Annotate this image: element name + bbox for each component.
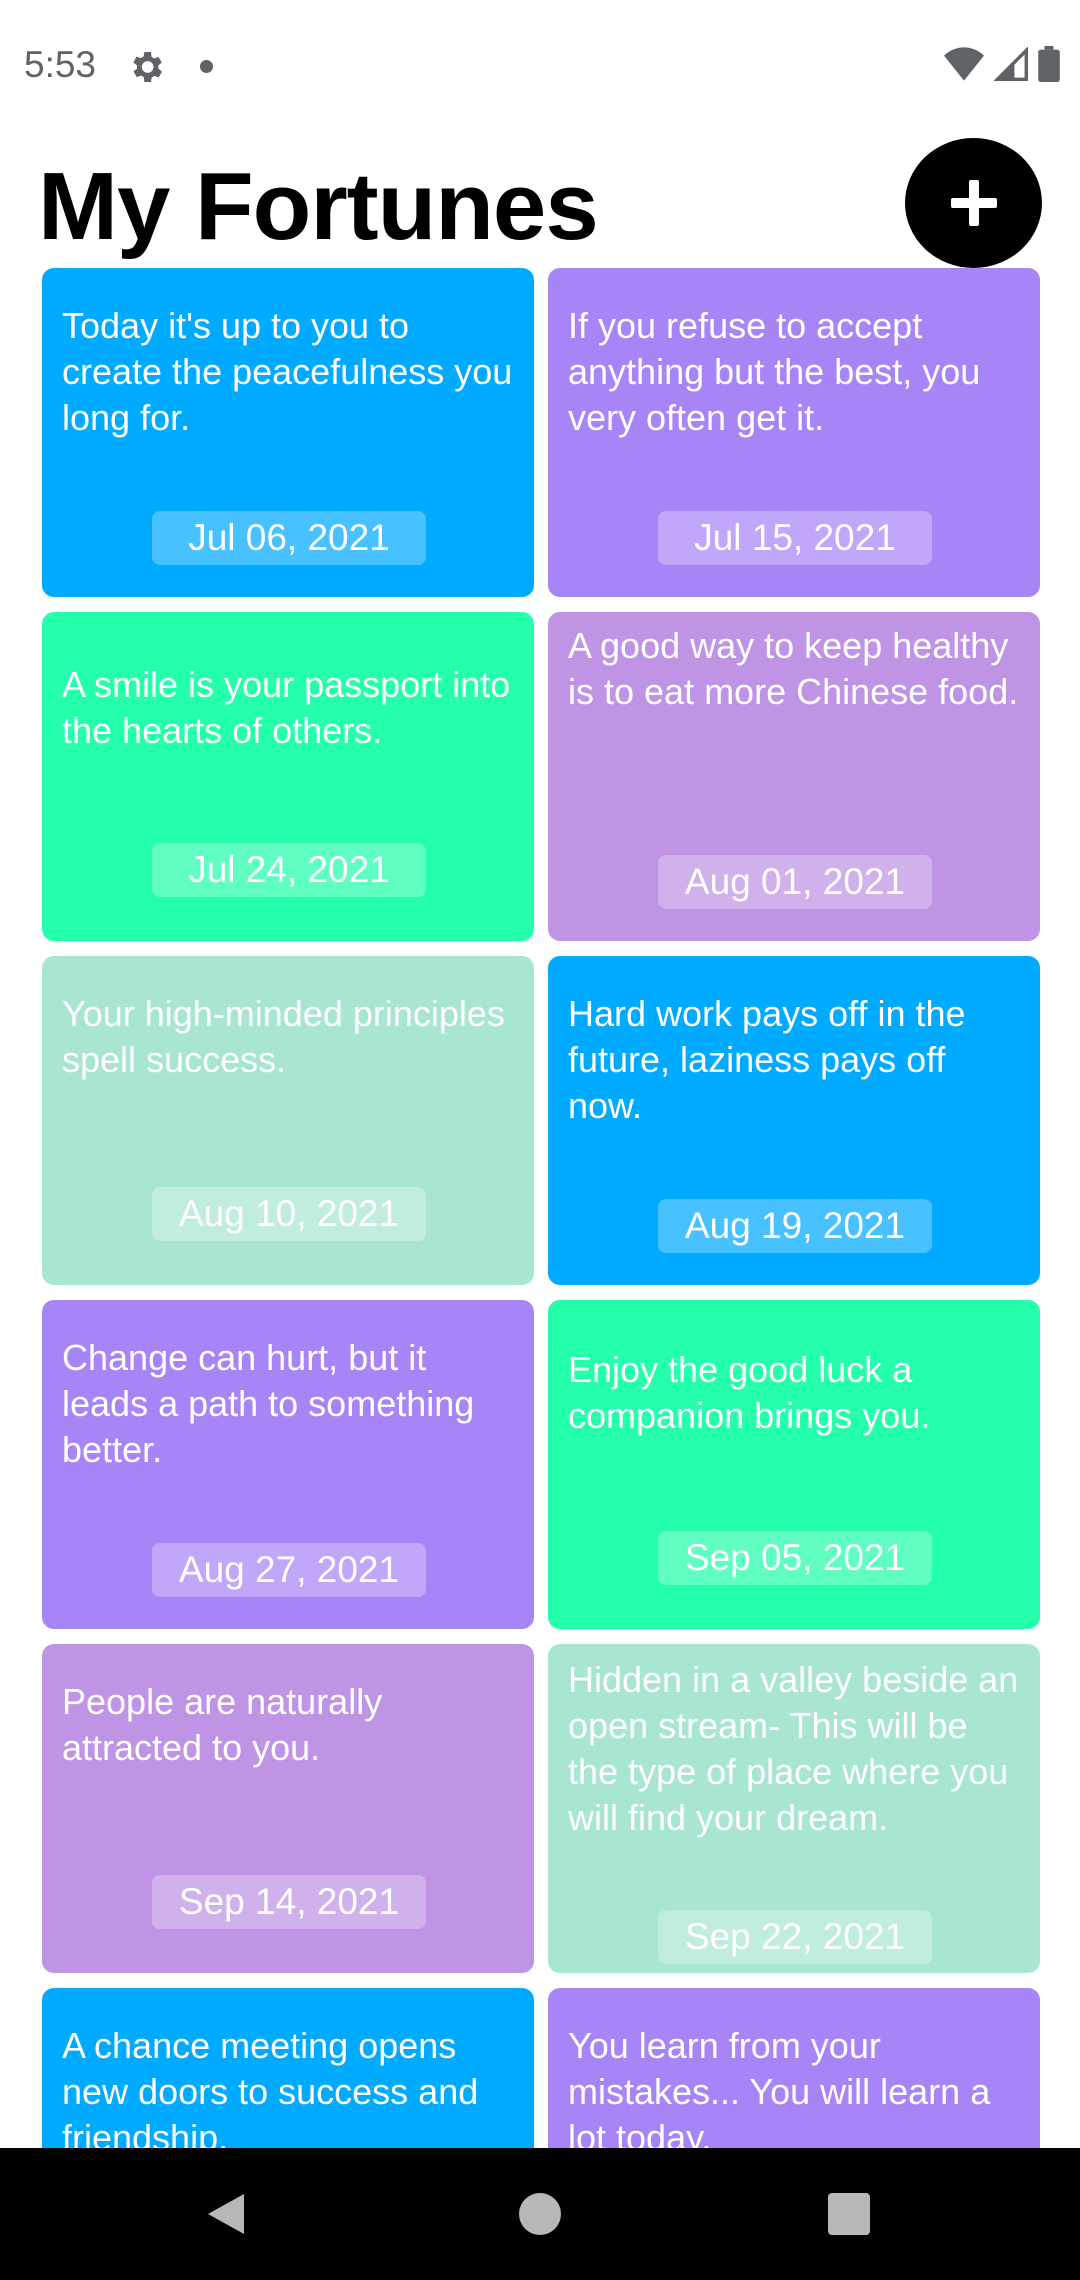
add-fortune-button[interactable] [905,138,1042,268]
settings-icon [133,52,162,82]
fortune-card[interactable]: Enjoy the good luck a companion brings y… [548,1300,1040,1629]
fortune-card[interactable]: Change can hurt, but it leads a path to … [42,1300,534,1629]
signal-icon [994,47,1028,81]
recents-icon[interactable] [826,2188,872,2240]
wifi-icon [944,47,984,81]
fortune-date: Aug 10, 2021 [152,1187,426,1241]
navigation-bar [0,2148,1080,2280]
fortune-date: Jul 24, 2021 [152,843,426,897]
fortune-card[interactable]: A chance meeting opens new doors to succ… [42,1988,534,2148]
fortune-card[interactable]: People are naturally attracted to you. S… [42,1644,534,1973]
status-time: 5:53 [24,44,97,85]
fortune-text: A smile is your passport into the hearts… [62,664,511,751]
fortune-text: Hard work pays off in the future, lazine… [568,993,966,1126]
fortune-date: Aug 19, 2021 [658,1199,932,1253]
fortune-card[interactable]: A smile is your passport into the hearts… [42,612,534,941]
fortune-card[interactable]: Today it's up to you to create the peace… [42,268,534,597]
fortune-card[interactable]: If you refuse to accept anything but the… [548,268,1040,597]
fortune-card[interactable]: Hidden in a valley beside an open stream… [548,1644,1040,1973]
fortune-date: Sep 14, 2021 [152,1875,426,1929]
fortune-date: Aug 01, 2021 [658,855,932,909]
fortune-text: If you refuse to accept anything but the… [568,305,981,438]
fortune-card[interactable]: You learn from your mistakes... You will… [548,1988,1040,2148]
fortune-text: A good way to keep healthy is to eat mor… [568,625,1019,712]
status-bar: 5:53 [0,0,1080,134]
fortune-date: Aug 27, 2021 [152,1543,426,1597]
fortune-text: You learn from your mistakes... You will… [568,2025,991,2148]
fortune-grid: Today it's up to you to create the peace… [42,268,1042,2148]
fortune-text: Enjoy the good luck a companion brings y… [568,1349,931,1436]
fortune-text: Change can hurt, but it leads a path to … [62,1337,475,1470]
page-title: My Fortunes [38,153,599,260]
fortune-text: A chance meeting opens new doors to succ… [62,2025,479,2148]
fortune-card[interactable]: Hard work pays off in the future, lazine… [548,956,1040,1285]
fortune-text: People are naturally attracted to you. [62,1681,383,1768]
fortune-text: Hidden in a valley beside an open stream… [568,1659,1019,1838]
fortune-card[interactable]: A good way to keep healthy is to eat mor… [548,612,1040,941]
back-icon[interactable] [200,2188,252,2240]
fortune-date: Jul 06, 2021 [152,511,426,565]
battery-icon [1038,46,1060,82]
home-icon[interactable] [517,2188,563,2240]
plus-icon [950,180,997,226]
fortune-date: Sep 05, 2021 [658,1531,932,1585]
fortune-text: Today it's up to you to create the peace… [62,305,513,438]
fortune-card[interactable]: Your high-minded principles spell succes… [42,956,534,1285]
notification-dot-icon [200,60,213,73]
fortune-date: Sep 22, 2021 [658,1910,932,1964]
fortune-date: Jul 15, 2021 [658,511,932,565]
fortune-text: Your high-minded principles spell succes… [62,993,505,1080]
